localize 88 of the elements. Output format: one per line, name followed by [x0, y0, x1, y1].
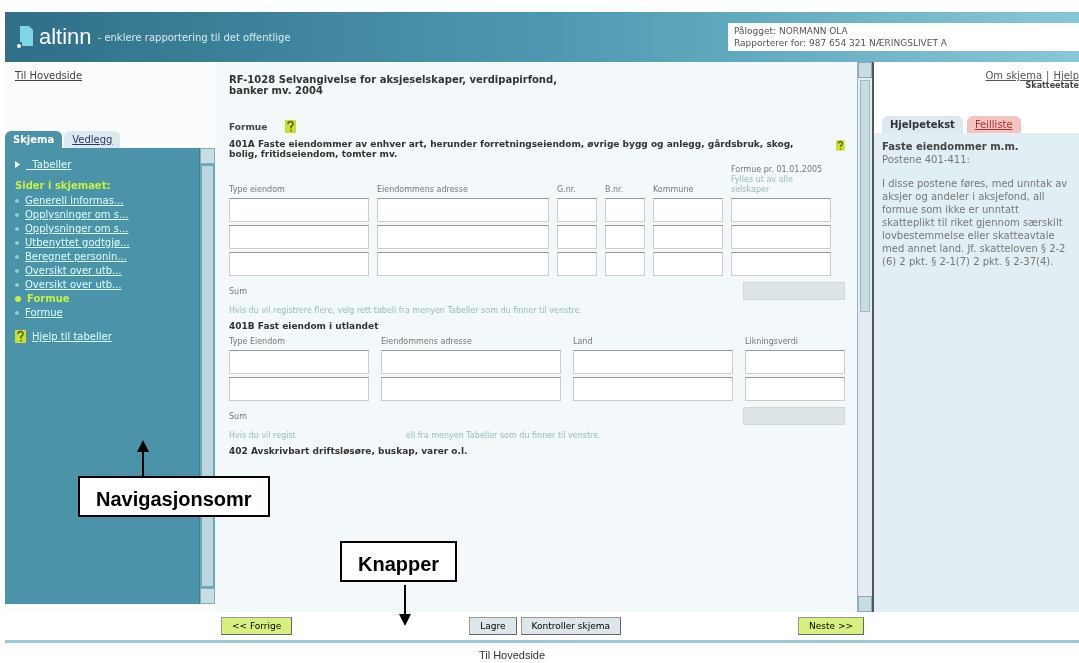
help-icon[interactable]: [836, 139, 845, 152]
help-icon[interactable]: [15, 330, 26, 343]
input-field[interactable]: [653, 225, 723, 249]
form-button[interactable]: Kontroller skjema: [520, 617, 622, 635]
input-field[interactable]: [653, 198, 723, 222]
tagline: - enklere rapportering til det offentlige: [97, 31, 291, 43]
input-field[interactable]: [377, 252, 549, 276]
nav-item[interactable]: Opplysninger om s...: [15, 208, 199, 221]
help-title: Faste eiendommer m.m.: [882, 141, 1020, 152]
separator: |: [1046, 70, 1050, 81]
nav-item[interactable]: Beregnet personin...: [15, 250, 199, 263]
input-field[interactable]: [605, 225, 645, 249]
column-header: Kommune: [653, 185, 695, 195]
column-header: B.nr.: [605, 185, 625, 195]
input-field[interactable]: [381, 377, 561, 401]
table-heading: 402 Avskrivbart driftsløsøre, buskap, varer o.l.: [229, 446, 468, 456]
form-button[interactable]: Lagre: [469, 617, 517, 635]
tab[interactable]: Hjelpetekst: [882, 116, 963, 133]
input-field[interactable]: [229, 252, 369, 276]
hint-text: Hvis du vil regist: [229, 431, 296, 440]
table-heading: 401B Fast eiendom i utlandet: [229, 321, 379, 331]
input-field[interactable]: [557, 252, 597, 276]
triangle-icon: [15, 161, 20, 168]
input-field[interactable]: [381, 350, 561, 374]
input-field[interactable]: [229, 198, 369, 222]
input-field[interactable]: [377, 225, 549, 249]
callout-label: Navigasjonsomr: [78, 476, 270, 517]
help-icon[interactable]: [285, 120, 297, 133]
form-button[interactable]: Neste >>: [798, 617, 864, 635]
input-field[interactable]: [605, 198, 645, 222]
input-field[interactable]: [731, 252, 831, 276]
column-header: G.nr.: [557, 185, 577, 195]
section-title: Formue: [229, 121, 268, 132]
nav-item[interactable]: Formue: [15, 292, 199, 305]
table-heading: 401A Faste eiendommer av enhver art, herunder forretningseiendom, øvrige bygg og anlegg, gårdsbruk, skog, bolig, fritidseiendom, tomter mv.: [229, 139, 795, 159]
nav-item[interactable]: Generell informas...: [15, 194, 199, 207]
input-field[interactable]: [653, 252, 723, 276]
column-header: Eiendommens adresse: [381, 337, 473, 347]
arrow: [399, 585, 411, 626]
arrow: [137, 440, 149, 476]
input-field[interactable]: [731, 225, 831, 249]
hint-text: ell fra menyen Tabeller som du finner til venstre.: [405, 431, 601, 440]
input-field[interactable]: [745, 377, 845, 401]
tab[interactable]: Vedlegg: [64, 131, 121, 148]
help-text: I disse postene føres, med unntak av aksjer og andeler i aksjefond, all formue som ikke er unntatt skatteplikt til riket gjennom særskilt lovbestemmelse eller skatteavtale med annet land. Jf. skatteloven § 2-2 (6) 2 pkt. § 2-1(7) 2 pkt. § 2-37(4).: [882, 177, 1069, 268]
callout-label: Knapper: [340, 541, 458, 582]
nav-item[interactable]: Utbenyttet godtgjø...: [15, 236, 199, 249]
help-link[interactable]: Om skjema: [985, 70, 1043, 81]
logo-text: altinn: [39, 24, 92, 50]
sum-label: Sum: [229, 286, 247, 296]
input-field[interactable]: [731, 198, 831, 222]
nav-link[interactable]: Tabeller: [15, 158, 199, 171]
help-link[interactable]: Hjelp til tabeller: [32, 331, 112, 342]
tab[interactable]: Skjema: [5, 131, 63, 148]
tab[interactable]: Feilliste: [966, 116, 1021, 133]
form-button[interactable]: << Forrige: [221, 617, 293, 635]
nav-item[interactable]: Oversikt over utb...: [15, 278, 199, 291]
form-title: RF-1028 Selvangivelse for aksjeselskaper, verdipapirfond, banker mv. 2004: [229, 74, 558, 96]
input-field[interactable]: [229, 377, 369, 401]
input-field[interactable]: [573, 350, 733, 374]
nav-item[interactable]: Formue: [15, 306, 199, 319]
column-header: Type Eiendom: [229, 337, 286, 347]
column-header: Land: [573, 337, 594, 347]
help-link[interactable]: Hjelp: [1053, 70, 1079, 81]
sum-label: Sum: [229, 411, 247, 421]
agency-name: Skatteetate: [1025, 81, 1079, 90]
input-field[interactable]: [573, 377, 733, 401]
input-field[interactable]: [229, 225, 369, 249]
help-subtitle: Postene 401-411:: [882, 154, 971, 165]
login-info: Pålogget: NORMANN OLA Rapporterer for: 987 654 321 NÆRINGSLIVET A: [728, 23, 1079, 51]
home-link[interactable]: Til Hovedside: [478, 649, 546, 661]
logo-icon: [17, 26, 33, 48]
column-header: Formue pr. 01.01.2005 Fylles ut av alle selskaper: [731, 165, 824, 195]
input-field[interactable]: [745, 350, 845, 374]
input-field[interactable]: [605, 252, 645, 276]
home-link[interactable]: Til Hovedside: [15, 70, 83, 81]
nav-item[interactable]: Opplysninger om s...: [15, 222, 199, 235]
nav-heading: Sider i skjemaet:: [15, 180, 112, 191]
scrollbar[interactable]: [857, 62, 872, 612]
input-field[interactable]: [557, 225, 597, 249]
input-field[interactable]: [377, 198, 549, 222]
column-header: Likningsverdi: [745, 337, 800, 347]
hint-text: Hvis du vil registrere flere, velg rett tabell fra menyen Tabeller som du finner til venstre.: [229, 306, 582, 315]
input-field[interactable]: [557, 198, 597, 222]
nav-item[interactable]: Oversikt over utb...: [15, 264, 199, 277]
column-header: Eiendommens adresse: [377, 185, 469, 195]
input-field[interactable]: [229, 350, 369, 374]
column-header: Type eiendom: [229, 185, 286, 195]
